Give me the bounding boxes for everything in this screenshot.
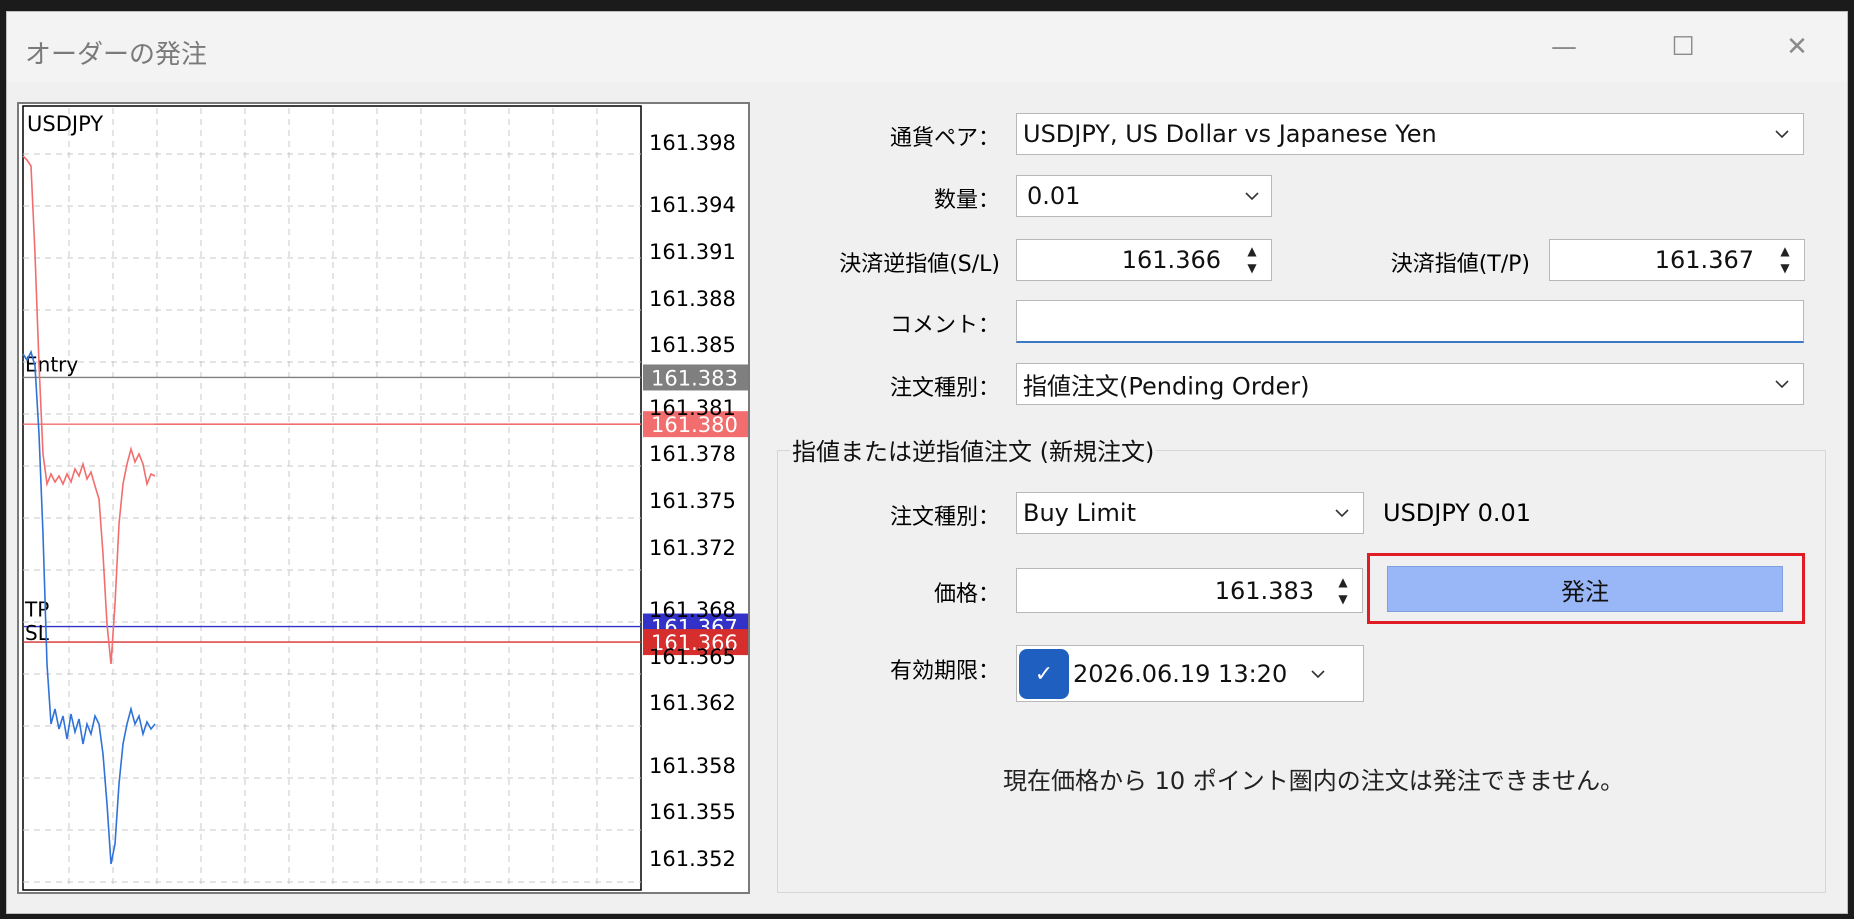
expiry-checkbox[interactable]: ✓ [1019,649,1069,699]
chevron-down-icon [1311,669,1325,678]
chevron-down-icon [1775,380,1789,389]
price-tick: 161.391 [649,239,736,264]
expiry-label: 有効期限： [889,659,1000,684]
spin-up-icon[interactable]: ▲ [1237,242,1267,259]
price-tick: 161.355 [649,800,736,825]
price-input[interactable]: 161.383 ▲ ▼ [1016,568,1363,613]
spin-up-icon[interactable]: ▲ [1770,242,1800,259]
window-title: オーダーの発注 [25,40,208,70]
chevron-down-icon [1335,509,1349,518]
volume-value: 0.01 [1027,182,1081,210]
spin-down-icon[interactable]: ▼ [1328,590,1358,607]
order-type-select[interactable]: 指値注文(Pending Order) [1016,363,1804,405]
minimize-button[interactable]: — [1541,30,1587,64]
pending-type-value: Buy Limit [1023,499,1137,527]
tp-spinner[interactable]: ▲ ▼ [1770,242,1800,276]
price-tick: 161.358 [649,753,736,778]
chevron-down-icon [1245,192,1259,201]
expiry-picker[interactable]: ✓ 2026.06.19 13:20 [1016,645,1364,702]
pending-summary: USDJPY 0.01 [1383,499,1532,527]
entry-line-label: Entry [25,352,78,376]
price-tick: 161.368 [649,597,736,622]
tp-label: 決済指値(T/P) [1390,252,1530,277]
pending-group-title: 指値または逆指値注文 (新規注文) [790,432,1157,467]
chevron-down-icon [1775,130,1789,139]
volume-select[interactable]: 0.01 [1016,175,1272,217]
price-chart: Entry TP SL 161.383 161.380 161.367 161.366 US… [17,102,750,894]
price-tick: 161.385 [649,333,736,358]
price-value: 161.383 [1214,576,1314,605]
price-tick: 161.372 [649,535,736,560]
comment-input[interactable] [1016,300,1804,343]
sl-value: 161.366 [1121,246,1221,274]
sl-spinner[interactable]: ▲ ▼ [1237,242,1267,276]
sl-label: 決済逆指値(S/L) [839,252,1000,277]
entry-price-tag-text: 161.383 [651,366,738,390]
plot-frame [22,105,642,891]
symbol-value: USDJPY, US Dollar vs Japanese Yen [1023,120,1437,148]
highlight-box [1367,553,1805,624]
price-tick: 161.394 [649,193,736,218]
order-type-label: 注文種別： [889,376,1000,401]
price-tick: 161.352 [649,847,736,871]
chart-canvas: EntryTPSL161.383161.380161.367161.366 [22,105,748,891]
pending-type-select[interactable]: Buy Limit [1016,492,1364,534]
spin-up-icon[interactable]: ▲ [1328,573,1358,590]
price-tick: 161.365 [649,644,736,669]
symbol-label: 通貨ペア： [889,126,1000,151]
price-tick: 161.398 [649,131,736,155]
tp-input[interactable]: 161.367 ▲ ▼ [1549,239,1805,281]
symbol-select[interactable]: USDJPY, US Dollar vs Japanese Yen [1016,113,1804,155]
price-tick: 161.381 [649,395,736,420]
price-tick: 161.388 [649,286,736,311]
order-type-value: 指値注文(Pending Order) [1023,372,1310,401]
price-tick: 161.378 [649,442,736,467]
spin-down-icon[interactable]: ▼ [1237,259,1267,276]
checkmark-icon: ✓ [1034,661,1054,687]
title-bar: オーダーの発注 — ☐ ✕ [7,12,1847,82]
maximize-button[interactable]: ☐ [1660,30,1706,64]
close-button[interactable]: ✕ [1774,30,1820,64]
chart-symbol: USDJPY [27,112,104,136]
price-spinner[interactable]: ▲ ▼ [1328,573,1358,607]
order-note: 現在価格から 10 ポイント圏内の注文は発注できません。 [1003,767,1625,795]
expiry-value: 2026.06.19 13:20 [1073,659,1288,688]
tp-value: 161.367 [1654,246,1754,274]
volume-label: 数量： [933,188,1000,213]
sl-input[interactable]: 161.366 ▲ ▼ [1016,239,1272,281]
price-label: 価格： [933,582,1000,607]
spin-down-icon[interactable]: ▼ [1770,259,1800,276]
price-tick: 161.362 [649,691,736,716]
price-tick: 161.375 [649,489,736,513]
pending-type-label: 注文種別： [889,505,1000,530]
comment-label: コメント： [889,313,1000,338]
